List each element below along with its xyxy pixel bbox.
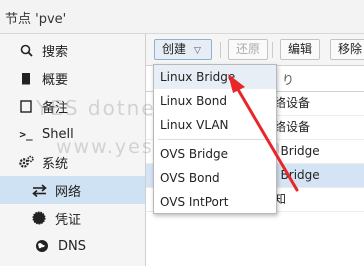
exchange-icon [31,182,47,198]
book-icon [18,70,34,86]
chevron-down-icon: ▽ [194,46,201,56]
sidebar-item-summary[interactable]: 概要 [0,64,145,92]
title-bar: 节点 'pve' [0,0,364,34]
edit-button[interactable]: 编辑 [280,39,321,60]
toolbar-separator [272,42,273,58]
revert-button[interactable]: 还原 [228,39,269,60]
sidebar-item-label: 凭证 [55,212,82,228]
sidebar-item-system[interactable]: 系统 [0,148,145,176]
create-button-label: 创建 [162,42,187,56]
menu-item-linux-bond[interactable]: Linux Bond [154,89,276,113]
menu-item-ovs-bond[interactable]: OVS Bond [154,166,276,190]
sidebar-item-search[interactable]: 搜索 [0,36,145,64]
search-icon [18,42,34,58]
remove-button[interactable]: 移除 [330,39,364,60]
certificate-icon [31,210,47,226]
window-title: 节点 'pve' [5,12,67,27]
sidebar-item-label: 搜索 [42,44,69,60]
menu-item-ovs-intport[interactable]: OVS IntPort [154,190,276,214]
sidebar: 搜索 概要 备注 >_ Shell 系统 网络 凭证 DNS [0,34,146,266]
sidebar-item-label: DNS [58,238,86,254]
globe-icon [34,238,50,254]
column-header-type: り [282,73,295,87]
terminal-icon: >_ [19,127,33,141]
sidebar-item-label: 概要 [42,72,69,88]
create-button[interactable]: 创建 ▽ [154,39,212,60]
sidebar-item-label: Shell [42,126,74,142]
sidebar-item-shell[interactable]: >_ Shell [0,120,145,148]
sidebar-item-dns[interactable]: DNS [0,232,161,260]
sidebar-item-notes[interactable]: 备注 [0,92,145,120]
sidebar-item-label: 系统 [42,156,69,172]
note-icon [18,98,34,114]
sidebar-item-network[interactable]: 网络 [0,176,145,204]
menu-separator [158,139,272,140]
toolbar: 创建 ▽ 还原 编辑 移除 [146,34,364,66]
toolbar-separator [220,42,221,58]
sidebar-item-label: 备注 [42,100,69,116]
menu-item-linux-bridge[interactable]: Linux Bridge [154,65,276,89]
menu-item-linux-vlan[interactable]: Linux VLAN [154,113,276,137]
gears-icon [18,154,34,170]
create-menu: Linux Bridge Linux Bond Linux VLAN OVS B… [153,64,277,214]
sidebar-item-certificates[interactable]: 凭证 [0,204,145,232]
sidebar-item-label: 网络 [55,184,82,200]
menu-item-ovs-bridge[interactable]: OVS Bridge [154,142,276,166]
